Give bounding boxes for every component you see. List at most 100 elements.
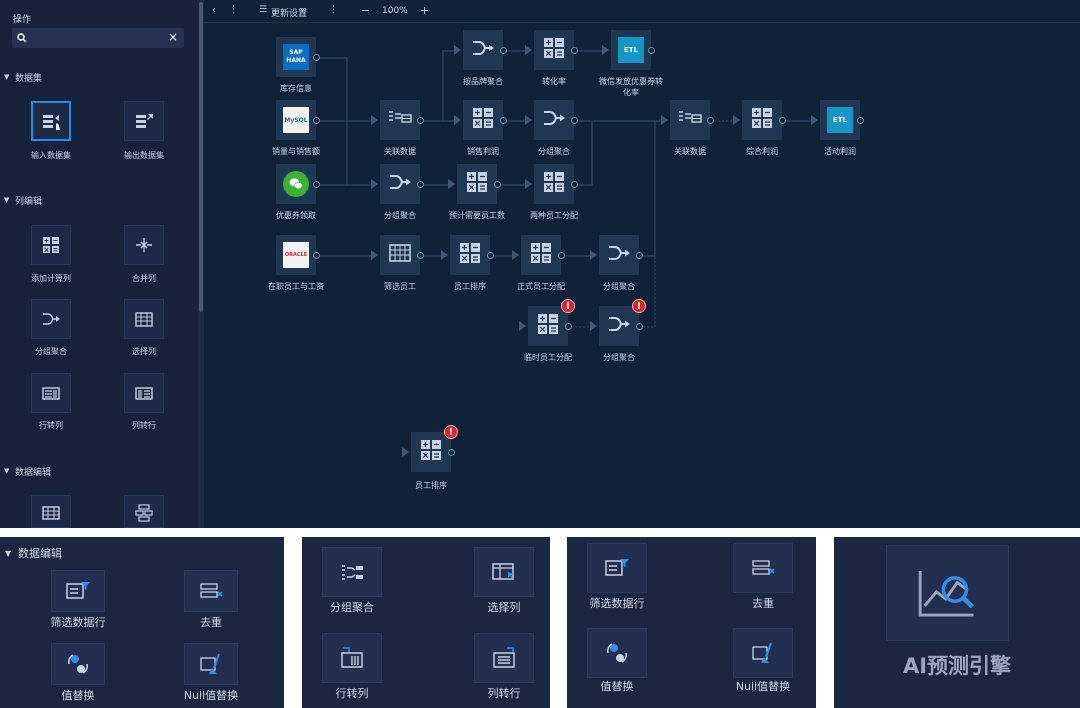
node-body[interactable]: ETL — [611, 30, 651, 70]
flow-node-est[interactable] — [448, 164, 501, 204]
flow-node-etl1[interactable]: ETL — [602, 30, 655, 70]
tool-null-replace[interactable] — [184, 643, 238, 685]
node-body[interactable] — [463, 30, 503, 70]
update-settings-button[interactable]: 更新设置 — [271, 6, 307, 19]
flow-node-sap[interactable]: SAP HANA — [276, 37, 320, 77]
tool-row-to-column[interactable] — [31, 373, 71, 413]
tool-row-to-column[interactable] — [322, 633, 382, 683]
node-body[interactable] — [521, 235, 561, 275]
zoom-out-button[interactable]: − — [361, 4, 370, 17]
input-port-icon[interactable] — [454, 45, 461, 55]
input-port-icon[interactable] — [441, 250, 448, 260]
node-body[interactable] — [457, 164, 497, 204]
input-port-icon[interactable] — [525, 115, 532, 125]
output-port[interactable] — [500, 47, 507, 54]
tool-value-replace[interactable] — [587, 628, 647, 678]
flow-node-etl2[interactable]: ETL — [811, 100, 864, 140]
caret-down-icon[interactable]: ▼ — [4, 73, 9, 81]
node-body[interactable] — [411, 432, 451, 472]
node-body[interactable]: ORACLE — [276, 235, 316, 275]
input-port-icon[interactable] — [811, 115, 818, 125]
node-body[interactable]: SAP HANA — [276, 37, 316, 77]
input-port-icon[interactable] — [525, 45, 532, 55]
node-body[interactable] — [670, 100, 710, 140]
output-port[interactable] — [857, 117, 864, 124]
flow-node-formal[interactable] — [512, 235, 565, 275]
node-body[interactable] — [380, 164, 420, 204]
clear-icon[interactable]: × — [168, 30, 178, 44]
output-port[interactable] — [417, 181, 424, 188]
tool-add-calc-column[interactable] — [31, 225, 71, 265]
flow-node-oracle[interactable]: ORACLE — [276, 235, 320, 275]
output-port[interactable] — [779, 117, 786, 124]
more-icon[interactable]: ⋮ — [229, 5, 238, 15]
tool-deduplicate[interactable] — [184, 570, 238, 612]
output-port[interactable] — [558, 252, 565, 259]
input-port-icon[interactable] — [402, 447, 409, 457]
input-port-icon[interactable] — [512, 250, 519, 260]
node-body[interactable] — [599, 306, 639, 346]
flow-node-wechat[interactable] — [276, 164, 320, 204]
flow-node-brand[interactable] — [454, 30, 507, 70]
output-port[interactable] — [313, 252, 320, 259]
input-port-icon[interactable] — [519, 321, 526, 331]
flow-node-filter[interactable] — [371, 235, 424, 275]
flow-node-two[interactable] — [525, 164, 578, 204]
flow-node-group3[interactable] — [590, 235, 643, 275]
output-port[interactable] — [417, 117, 424, 124]
output-port[interactable] — [707, 117, 714, 124]
caret-down-icon[interactable]: ▼ — [4, 196, 9, 204]
tool-filter-rows[interactable] — [51, 570, 105, 612]
scrollbar-thumb[interactable] — [199, 2, 203, 312]
input-port-icon[interactable] — [661, 115, 668, 125]
input-port-icon[interactable] — [371, 179, 378, 189]
output-port[interactable] — [636, 252, 643, 259]
tool-deduplicate[interactable] — [733, 543, 793, 593]
tool-filter-rows[interactable] — [31, 495, 71, 528]
input-port-icon[interactable] — [602, 45, 609, 55]
flow-node-group2[interactable] — [525, 100, 578, 140]
node-body[interactable] — [742, 100, 782, 140]
output-port[interactable] — [417, 252, 424, 259]
tool-input-dataset[interactable] — [31, 101, 71, 141]
tool-group-aggregate[interactable] — [31, 299, 71, 339]
output-port[interactable] — [500, 117, 507, 124]
tool-merge-columns[interactable] — [124, 225, 164, 265]
tool-select-columns[interactable] — [124, 299, 164, 339]
node-body[interactable] — [534, 30, 574, 70]
flow-node-temp[interactable]: ! — [519, 299, 575, 346]
output-port[interactable] — [313, 181, 320, 188]
tool-null-replace[interactable] — [733, 628, 793, 678]
input-port-icon[interactable] — [371, 250, 378, 260]
input-port-icon[interactable] — [454, 115, 461, 125]
tool-column-to-row[interactable] — [124, 373, 164, 413]
more-icon[interactable]: ⋮ — [329, 5, 338, 15]
flow-node-profit[interactable] — [454, 100, 507, 140]
node-body[interactable] — [463, 100, 503, 140]
caret-down-icon[interactable]: ▼ — [4, 467, 9, 475]
tool-group-aggregate[interactable] — [322, 547, 382, 597]
output-port[interactable] — [313, 117, 320, 124]
flow-node-total[interactable] — [733, 100, 786, 140]
output-port[interactable] — [648, 47, 655, 54]
flow-node-sort2[interactable]: ! — [402, 425, 458, 472]
output-port[interactable] — [313, 54, 320, 61]
flow-node-group4[interactable]: ! — [590, 299, 646, 346]
output-port[interactable] — [494, 181, 501, 188]
tool-deduplicate[interactable] — [124, 495, 164, 528]
output-port[interactable] — [571, 117, 578, 124]
collapse-icon[interactable]: ‹ — [212, 5, 216, 16]
node-body[interactable] — [599, 235, 639, 275]
flow-node-sort[interactable] — [441, 235, 494, 275]
flow-node-mysql[interactable]: MySQL — [276, 100, 320, 140]
node-body[interactable] — [276, 164, 316, 204]
flow-node-conv[interactable] — [525, 30, 578, 70]
output-port[interactable] — [571, 47, 578, 54]
input-port-icon[interactable] — [371, 115, 378, 125]
output-port[interactable] — [636, 323, 643, 330]
output-port[interactable] — [565, 323, 572, 330]
node-body[interactable] — [380, 235, 420, 275]
input-port-icon[interactable] — [733, 115, 740, 125]
input-port-icon[interactable] — [590, 321, 597, 331]
tool-value-replace[interactable] — [51, 643, 105, 685]
